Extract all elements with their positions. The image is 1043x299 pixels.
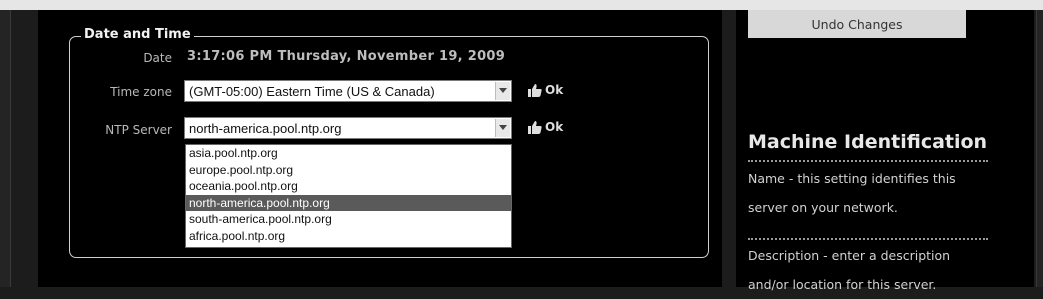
ntp-server-label: NTP Server <box>105 123 172 137</box>
dropdown-option[interactable]: asia.pool.ntp.org <box>186 145 511 162</box>
dropdown-option-selected[interactable]: north-america.pool.ntp.org <box>186 194 511 212</box>
help-description-text: Description - enter a description and/or… <box>748 248 951 292</box>
timezone-status-text: Ok <box>545 83 564 97</box>
dropdown-option[interactable]: europe.pool.ntp.org <box>186 162 511 179</box>
undo-changes-button[interactable]: Undo Changes <box>748 10 966 38</box>
timezone-select-value: (GMT-05:00) Eastern Time (US & Canada) <box>189 84 435 99</box>
help-title: Machine Identification <box>748 131 988 153</box>
page-frame-left <box>0 10 11 287</box>
thumbs-up-icon <box>528 121 542 134</box>
chevron-down-icon[interactable] <box>495 119 510 137</box>
dropdown-option[interactable]: oceania.pool.ntp.org <box>186 178 511 195</box>
date-value: 3:17:06 PM Thursday, November 19, 2009 <box>187 49 506 64</box>
fieldset-legend: Date and Time <box>81 27 194 43</box>
dropdown-option[interactable]: africa.pool.ntp.org <box>186 228 511 245</box>
ntp-server-dropdown-list[interactable]: asia.pool.ntp.org europe.pool.ntp.org oc… <box>185 144 512 248</box>
page-frame-right <box>1036 10 1043 287</box>
dropdown-option[interactable]: south-america.pool.ntp.org <box>186 211 511 228</box>
ntp-server-select[interactable]: north-america.pool.ntp.org <box>184 117 512 139</box>
top-band <box>0 0 1043 10</box>
chevron-down-icon[interactable] <box>495 82 510 100</box>
ntp-server-select-value: north-america.pool.ntp.org <box>189 121 342 136</box>
date-label: Date <box>143 51 172 65</box>
dotted-divider <box>748 160 988 162</box>
timezone-select[interactable]: (GMT-05:00) Eastern Time (US & Canada) <box>184 80 512 102</box>
help-name-text: Name - this setting identifies this serv… <box>748 171 956 215</box>
dotted-divider <box>748 238 988 240</box>
ntp-server-status-text: Ok <box>545 120 564 134</box>
timezone-label: Time zone <box>110 85 172 99</box>
ntp-server-status: Ok <box>528 120 563 134</box>
thumbs-up-icon <box>528 84 542 97</box>
timezone-status: Ok <box>528 83 563 97</box>
